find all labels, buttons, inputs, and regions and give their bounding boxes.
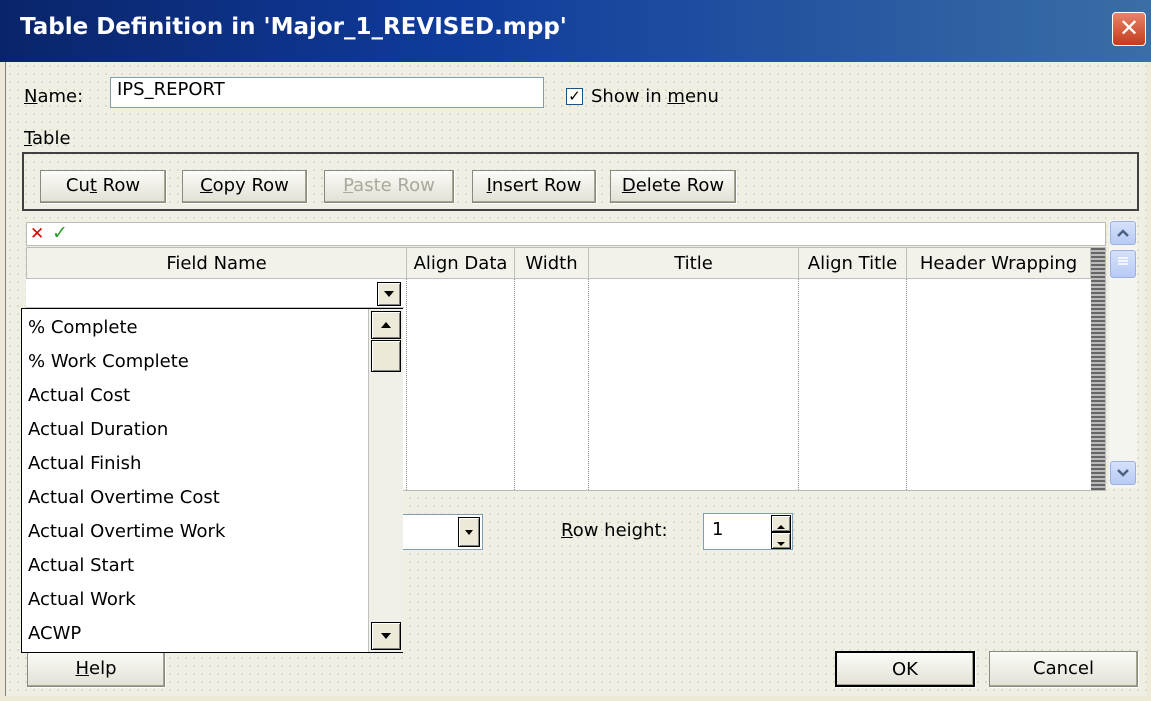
scroll-down-button[interactable]: [1110, 461, 1136, 485]
accept-edit-icon[interactable]: ✓: [52, 222, 68, 244]
list-item[interactable]: Actual Overtime Cost: [28, 487, 220, 508]
cut-row-button[interactable]: Cut Row: [40, 170, 166, 203]
checkmark-icon: ✓: [568, 87, 581, 105]
field-name-dropdown-list[interactable]: % Complete % Work Complete Actual Cost A…: [21, 308, 403, 653]
caret-up-icon: [381, 322, 391, 328]
name-input-value: IPS_REPORT: [117, 79, 225, 100]
column-header-header-wrapping[interactable]: Header Wrapping: [907, 248, 1091, 279]
list-item[interactable]: % Work Complete: [28, 351, 189, 372]
row-height-label: Row height:: [561, 520, 668, 541]
column-header-width[interactable]: Width: [515, 248, 589, 279]
list-item[interactable]: ACWP: [28, 623, 81, 644]
title-bar[interactable]: Table Definition in 'Major_1_REVISED.mpp…: [0, 0, 1151, 62]
date-format-dropdown-button[interactable]: [458, 517, 480, 547]
delete-row-button[interactable]: Delete Row: [610, 170, 736, 203]
show-in-menu-checkbox[interactable]: ✓: [566, 88, 583, 105]
name-label: Name:: [24, 86, 84, 107]
show-in-menu-label[interactable]: Show in menu: [591, 86, 719, 107]
column-header-align-data[interactable]: Align Data: [407, 248, 515, 279]
dropdown-scrollbar[interactable]: [368, 309, 403, 652]
dropdown-scroll-down[interactable]: [371, 622, 401, 650]
ok-button[interactable]: OK: [835, 651, 975, 687]
column-divider: [514, 279, 515, 490]
window-title: Table Definition in 'Major_1_REVISED.mpp…: [20, 14, 567, 40]
dropdown-scroll-up[interactable]: [371, 311, 401, 339]
column-divider: [588, 279, 589, 490]
paste-row-button[interactable]: Paste Row: [324, 170, 454, 203]
edit-bar[interactable]: [26, 222, 1106, 246]
close-icon: ✕: [1118, 14, 1140, 42]
cancel-button[interactable]: Cancel: [989, 651, 1138, 687]
list-item[interactable]: % Complete: [28, 317, 138, 338]
column-header-field-name[interactable]: Field Name: [27, 248, 407, 279]
field-name-dropdown-button[interactable]: [377, 282, 401, 306]
caret-down-icon: [381, 633, 391, 639]
row-height-value: 1: [712, 519, 724, 540]
list-item[interactable]: Actual Finish: [28, 453, 141, 474]
list-item[interactable]: Actual Overtime Work: [28, 521, 225, 542]
close-button[interactable]: ✕: [1112, 12, 1146, 46]
list-item[interactable]: Actual Duration: [28, 419, 168, 440]
list-item[interactable]: Actual Cost: [28, 385, 130, 406]
caret-up-icon: [777, 525, 785, 529]
grid-splitter[interactable]: [1091, 248, 1105, 490]
row-height-increment[interactable]: [771, 515, 791, 532]
grip-icon: [1118, 257, 1128, 265]
scroll-up-button[interactable]: [1110, 221, 1136, 245]
name-input[interactable]: IPS_REPORT: [110, 77, 544, 108]
help-button[interactable]: Help: [27, 651, 165, 687]
column-divider: [406, 279, 407, 490]
list-item[interactable]: Actual Start: [28, 555, 134, 576]
field-name-active-cell[interactable]: [26, 279, 404, 308]
copy-row-button[interactable]: Copy Row: [182, 170, 307, 203]
grid-vertical-scrollbar[interactable]: [1109, 220, 1137, 488]
row-height-decrement[interactable]: [771, 532, 791, 549]
caret-down-icon: [777, 542, 785, 546]
chevron-up-icon: [1117, 229, 1129, 237]
scroll-thumb[interactable]: [1110, 250, 1136, 278]
column-header-title[interactable]: Title: [589, 248, 799, 279]
cancel-edit-icon[interactable]: ✕: [30, 224, 44, 244]
list-item[interactable]: Actual Work: [28, 589, 136, 610]
insert-row-button[interactable]: Insert Row: [472, 170, 596, 203]
column-header-align-title[interactable]: Align Title: [799, 248, 907, 279]
dropdown-scroll-thumb[interactable]: [371, 340, 401, 372]
column-divider: [906, 279, 907, 490]
table-group-label: Table: [24, 128, 71, 149]
chevron-down-icon: [465, 530, 473, 535]
column-divider: [798, 279, 799, 490]
chevron-down-icon: [384, 291, 394, 297]
chevron-down-icon: [1117, 469, 1129, 477]
